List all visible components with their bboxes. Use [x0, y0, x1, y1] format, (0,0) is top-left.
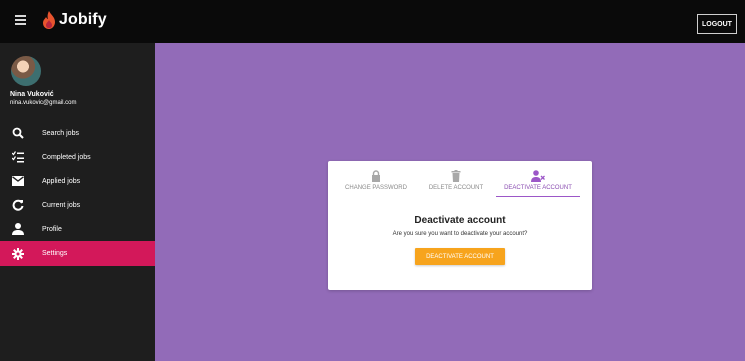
mail-icon: [12, 175, 24, 187]
sidebar-item-search-jobs[interactable]: Search jobs: [0, 122, 155, 144]
logout-button[interactable]: LOGOUT: [697, 14, 737, 34]
hamburger-menu-icon[interactable]: [15, 15, 26, 25]
settings-card: CHANGE PASSWORD DELETE ACCOUNT DEACTIVAT…: [328, 161, 592, 290]
user-email: nina.vukovic@gmail.com: [10, 100, 77, 106]
tab-label: DEACTIVATE ACCOUNT: [504, 185, 572, 191]
lock-icon: [372, 170, 380, 182]
sidebar-item-current-jobs[interactable]: Current jobs: [0, 194, 155, 216]
tab-change-password[interactable]: CHANGE PASSWORD: [338, 161, 414, 194]
sidebar-item-settings[interactable]: Settings: [0, 241, 155, 266]
sidebar-item-label: Completed jobs: [42, 153, 91, 161]
user-name: Nina Vuković: [10, 91, 54, 98]
sidebar-item-applied-jobs[interactable]: Applied jobs: [0, 170, 155, 192]
search-icon: [12, 127, 24, 139]
sidebar-item-profile[interactable]: Profile: [0, 218, 155, 240]
person-remove-icon: [531, 170, 545, 182]
top-bar: Jobify LOGOUT: [0, 0, 745, 43]
tab-label: DELETE ACCOUNT: [428, 185, 484, 191]
sidebar-item-completed-jobs[interactable]: Completed jobs: [0, 146, 155, 168]
deactivate-account-button[interactable]: DEACTIVATE ACCOUNT: [415, 248, 505, 265]
active-tab-indicator: [496, 196, 580, 197]
tab-label: CHANGE PASSWORD: [345, 185, 407, 191]
app-name: Jobify: [59, 11, 107, 28]
card-title: Deactivate account: [414, 215, 506, 226]
gear-icon: [12, 247, 24, 260]
tab-delete-account[interactable]: DELETE ACCOUNT: [421, 161, 491, 194]
tab-deactivate-account[interactable]: DEACTIVATE ACCOUNT: [496, 161, 580, 194]
sidebar-item-label: Current jobs: [42, 201, 81, 209]
card-subtitle: Are you sure you want to deactivate your…: [392, 231, 528, 237]
flame-logo-icon: [43, 11, 55, 29]
app-logo[interactable]: Jobify: [42, 10, 107, 30]
sidebar-item-label: Applied jobs: [42, 177, 81, 185]
sidebar: Nina Vuković nina.vukovic@gmail.com Sear…: [0, 43, 155, 361]
avatar: [11, 56, 41, 86]
sidebar-item-label: Profile: [42, 225, 62, 233]
refresh-icon: [12, 199, 24, 211]
sidebar-item-label: Search jobs: [42, 129, 79, 137]
trash-icon: [451, 170, 461, 182]
checklist-icon: [12, 151, 24, 163]
sidebar-item-label: Settings: [42, 250, 68, 257]
person-icon: [12, 223, 24, 235]
